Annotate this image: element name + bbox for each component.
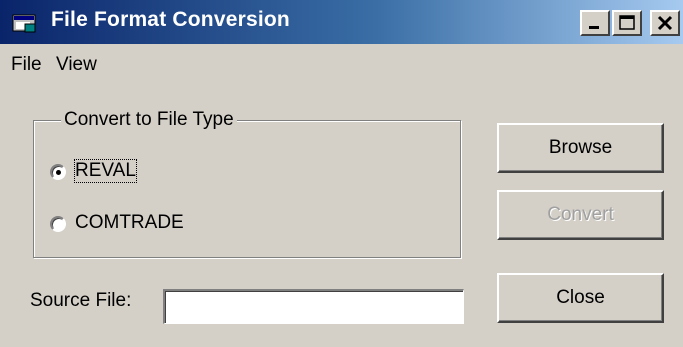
window-title: File Format Conversion (51, 8, 290, 31)
radio-reval[interactable]: REVAL (50, 159, 200, 186)
group-legend: Convert to File Type (61, 109, 237, 131)
menu-view[interactable]: View (56, 54, 97, 76)
app-window-icon[interactable] (12, 13, 38, 33)
browse-button[interactable]: Browse (497, 123, 664, 173)
close-button[interactable]: Close (497, 273, 664, 323)
title-bar[interactable]: File Format Conversion (0, 0, 683, 44)
radio-unselected-icon[interactable] (50, 216, 66, 232)
source-file-input[interactable] (163, 289, 464, 324)
menu-bar: File View (0, 54, 683, 82)
minimize-button[interactable] (580, 10, 610, 36)
radio-selected-icon[interactable] (50, 164, 66, 180)
radio-comtrade-label: COMTRADE (75, 212, 184, 233)
maximize-button[interactable] (612, 10, 642, 36)
menu-file[interactable]: File (11, 54, 42, 76)
source-file-label: Source File: (30, 290, 132, 311)
close-window-button[interactable] (650, 10, 680, 36)
radio-comtrade[interactable]: COMTRADE (50, 212, 250, 238)
convert-button[interactable]: Convert (497, 190, 664, 240)
radio-reval-label: REVAL (74, 159, 137, 183)
